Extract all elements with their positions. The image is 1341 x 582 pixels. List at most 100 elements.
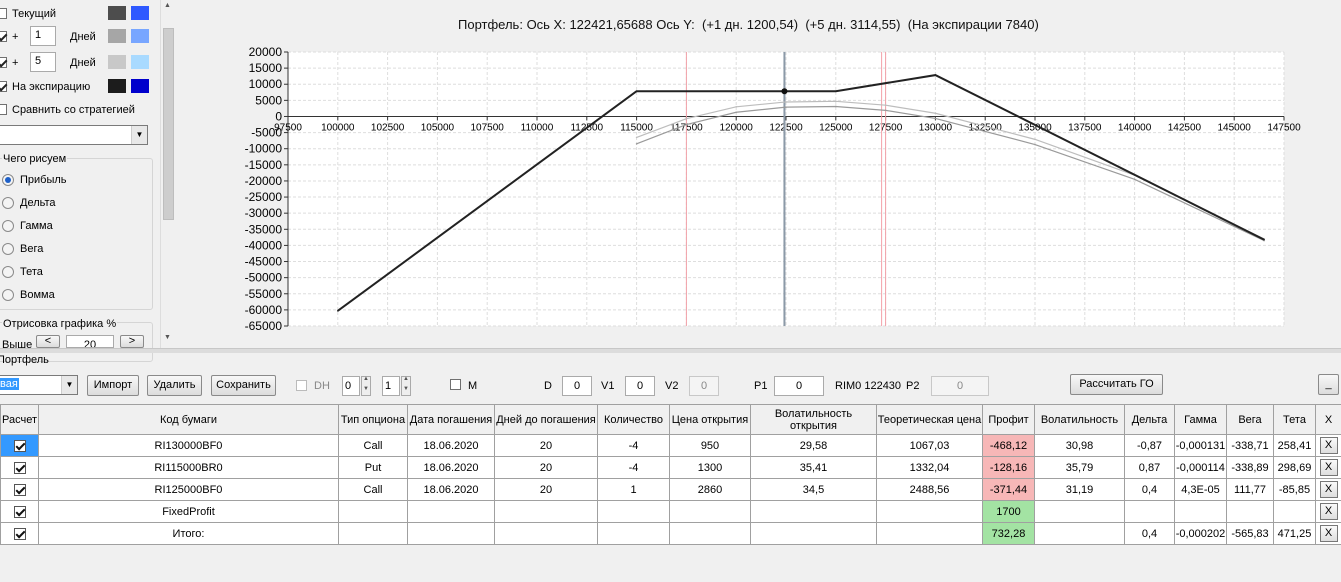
calc-cell[interactable]	[0, 500, 39, 523]
days-cell[interactable]	[494, 500, 598, 523]
price-cell[interactable]: 2860	[669, 478, 751, 501]
remove-row-button[interactable]: X	[1319, 525, 1338, 542]
profit-cell[interactable]: -371,44	[982, 478, 1035, 501]
vega-cell[interactable]: -565,83	[1226, 522, 1274, 545]
plus1-color-swatch-2[interactable]	[131, 29, 149, 43]
date-cell[interactable]: 18.06.2020	[407, 434, 495, 457]
spin2-input[interactable]: 1	[382, 376, 400, 396]
calc-cell[interactable]	[0, 522, 39, 545]
calc-checkbox[interactable]	[13, 527, 26, 540]
profit-cell[interactable]: 732,28	[982, 522, 1035, 545]
profit-cell[interactable]: 1700	[982, 500, 1035, 523]
pnl-chart[interactable]: 20000150001000050000-5000-10000-15000-20…	[176, 0, 1341, 348]
expiry-color-swatch[interactable]	[108, 79, 126, 93]
theo-cell[interactable]: 1332,04	[876, 456, 983, 479]
code-cell[interactable]: RI130000BF0	[38, 434, 339, 457]
plus5-color-swatch[interactable]	[108, 55, 126, 69]
calc-checkbox[interactable]	[13, 505, 26, 518]
vega-cell[interactable]	[1226, 500, 1274, 523]
m-checkbox[interactable]	[450, 379, 461, 390]
remove-row-button[interactable]: X	[1319, 481, 1338, 498]
vega-cell[interactable]: -338,71	[1226, 434, 1274, 457]
table-row-total[interactable]: Итого: 732,28 0,4 -0,000202 -565,83 471,…	[0, 522, 1341, 545]
gamma-cell[interactable]: -0,000131	[1174, 434, 1227, 457]
theo-cell[interactable]	[876, 522, 983, 545]
gamma-cell[interactable]	[1174, 500, 1227, 523]
col-header-profit[interactable]: Профит	[982, 404, 1035, 435]
vega-cell[interactable]: -338,89	[1226, 456, 1274, 479]
theta-cell[interactable]: 298,69	[1273, 456, 1316, 479]
table-row[interactable]: RI115000BR0 Put 18.06.2020 20 -4 1300 35…	[0, 456, 1341, 479]
date-cell[interactable]: 18.06.2020	[407, 456, 495, 479]
calc-checkbox[interactable]	[13, 461, 26, 474]
theta-cell[interactable]: 471,25	[1273, 522, 1316, 545]
theta-cell[interactable]	[1273, 500, 1316, 523]
vol-open-cell[interactable]: 29,58	[750, 434, 877, 457]
theta-cell[interactable]: -85,85	[1273, 478, 1316, 501]
gamma-cell[interactable]: 4,3E-05	[1174, 478, 1227, 501]
delta-cell[interactable]: -0,87	[1124, 434, 1175, 457]
spin1-stepper[interactable]	[361, 376, 371, 396]
vol-open-cell[interactable]: 34,5	[750, 478, 877, 501]
code-cell[interactable]: Итого:	[38, 522, 339, 545]
gamma-cell[interactable]: -0,000114	[1174, 456, 1227, 479]
col-header-days[interactable]: Дней до погашения	[494, 404, 598, 435]
calc-cell[interactable]	[0, 434, 39, 457]
table-row[interactable]: RI130000BF0 Call 18.06.2020 20 -4 950 29…	[0, 434, 1341, 457]
delta-cell[interactable]: 0,4	[1124, 478, 1175, 501]
code-cell[interactable]: RI115000BR0	[38, 456, 339, 479]
radio-vomma[interactable]	[2, 289, 14, 301]
expiry-checkbox[interactable]	[0, 81, 7, 92]
delta-cell[interactable]: 0,4	[1124, 522, 1175, 545]
expiry-color-swatch-2[interactable]	[131, 79, 149, 93]
days-cell[interactable]: 20	[494, 456, 598, 479]
radio-vega[interactable]	[2, 243, 14, 255]
price-cell[interactable]: 950	[669, 434, 751, 457]
date-cell[interactable]: 18.06.2020	[407, 478, 495, 501]
col-header-vol-open[interactable]: Волатильность открытия	[750, 404, 877, 435]
profit-cell[interactable]: -128,16	[982, 456, 1035, 479]
vol-cell[interactable]	[1034, 500, 1125, 523]
qty-cell[interactable]	[597, 500, 670, 523]
save-button[interactable]: Сохранить	[211, 375, 276, 396]
col-header-theo[interactable]: Теоретическая цена	[876, 404, 983, 435]
vol-open-cell[interactable]: 35,41	[750, 456, 877, 479]
remove-row-button[interactable]: X	[1319, 503, 1338, 520]
type-cell[interactable]	[338, 500, 408, 523]
import-button[interactable]: Импорт	[87, 375, 139, 396]
gamma-cell[interactable]: -0,000202	[1174, 522, 1227, 545]
p2-input[interactable]: 0	[931, 376, 989, 396]
scroll-up-icon[interactable]: ▲	[164, 2, 171, 9]
qty-cell[interactable]: -4	[597, 456, 670, 479]
plus1-checkbox[interactable]	[0, 31, 7, 42]
days-cell[interactable]: 20	[494, 434, 598, 457]
qty-cell[interactable]: -4	[597, 434, 670, 457]
delta-cell[interactable]: 0,87	[1124, 456, 1175, 479]
table-row[interactable]: FixedProfit 1700 X	[0, 500, 1341, 523]
plus5-color-swatch-2[interactable]	[131, 55, 149, 69]
current-color-swatch[interactable]	[108, 6, 126, 20]
col-header-theta[interactable]: Тета	[1273, 404, 1316, 435]
price-cell[interactable]	[669, 522, 751, 545]
calc-checkbox[interactable]	[13, 439, 26, 452]
radio-theta[interactable]	[2, 266, 14, 278]
remove-row-button[interactable]: X	[1319, 459, 1338, 476]
col-header-type[interactable]: Тип опциона	[338, 404, 408, 435]
theta-cell[interactable]: 258,41	[1273, 434, 1316, 457]
col-header-price[interactable]: Цена открытия	[669, 404, 751, 435]
dh-checkbox[interactable]	[296, 380, 307, 391]
vega-cell[interactable]: 111,77	[1226, 478, 1274, 501]
d-input[interactable]: 0	[562, 376, 592, 396]
current-color-swatch-2[interactable]	[131, 6, 149, 20]
draw-increase-button[interactable]: >	[120, 335, 144, 348]
remove-row-button[interactable]: X	[1319, 437, 1338, 454]
theo-cell[interactable]: 1067,03	[876, 434, 983, 457]
compare-strategy-checkbox[interactable]	[0, 104, 7, 115]
vol-cell[interactable]	[1034, 522, 1125, 545]
col-header-x[interactable]: X	[1315, 404, 1341, 435]
current-checkbox[interactable]	[0, 8, 7, 19]
scroll-down-icon[interactable]: ▼	[164, 334, 171, 341]
theo-cell[interactable]: 2488,56	[876, 478, 983, 501]
plus5-checkbox[interactable]	[0, 57, 7, 68]
days-cell[interactable]: 20	[494, 478, 598, 501]
